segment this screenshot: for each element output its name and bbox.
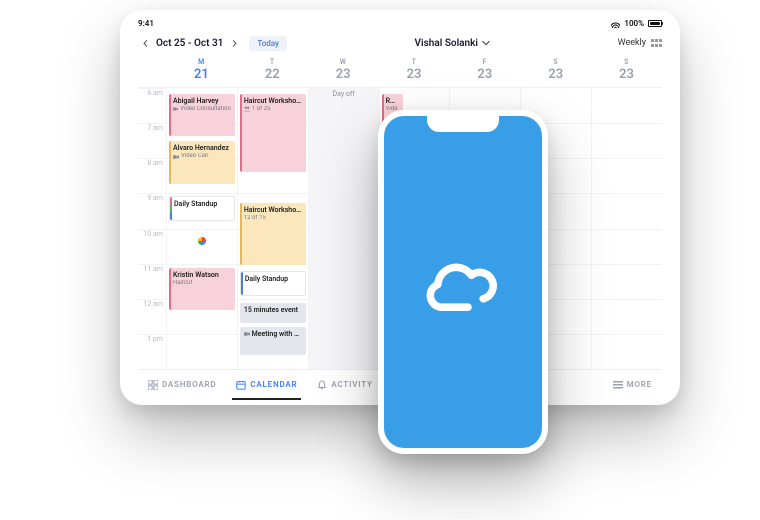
chevron-down-icon (482, 39, 490, 47)
event-subtitle: 12 of 15 (244, 215, 266, 222)
battery-percent: 100% (624, 19, 644, 28)
day-column-wed[interactable] (308, 88, 379, 369)
nav-more[interactable]: MORE (603, 370, 662, 399)
cloud-icon (421, 252, 505, 312)
time-column: 6 am 7 am 8 am 9 am 10 am 11 am 12 am 1 … (138, 88, 166, 369)
hour-label: 6 am (138, 88, 166, 123)
device-status-bar: 9:41 100% (138, 16, 662, 30)
weekday-label: T (379, 58, 450, 66)
nav-label: MORE (627, 380, 652, 389)
hour-label: 8 am (138, 158, 166, 193)
grid-icon (651, 39, 662, 48)
event-standup-tue[interactable]: Daily Standup (240, 271, 306, 296)
weekday-daynum: 22 (237, 67, 308, 82)
nav-activity[interactable]: ACTIVITY (307, 370, 382, 399)
video-icon (173, 154, 179, 160)
nav-label: CALENDAR (250, 380, 297, 389)
phone-screen (384, 116, 542, 448)
date-range[interactable]: Oct 25 - Oct 31 (156, 38, 223, 49)
video-icon (244, 331, 250, 337)
weekday-daynum: 23 (591, 67, 662, 82)
event-title: Regina… (386, 97, 399, 105)
event-title: Haircut Workshops (244, 97, 302, 105)
weekday-label: T (237, 58, 308, 66)
weekday-label: F (449, 58, 520, 66)
hour-label: 12 am (138, 299, 166, 334)
weekday-col-sat[interactable]: S 23 (520, 56, 591, 87)
people-icon (244, 106, 250, 112)
nav-dashboard[interactable]: DASHBOARD (138, 370, 226, 399)
event-google-marker[interactable] (169, 229, 235, 254)
phone-frame (378, 110, 548, 454)
weekday-col-sun[interactable]: S 23 (591, 56, 662, 87)
weekday-col-thu[interactable]: T 23 (379, 56, 450, 87)
weekday-label: S (591, 58, 662, 66)
hour-label: 11 am (138, 264, 166, 299)
weekday-daynum: 23 (308, 67, 379, 82)
event-abigail[interactable]: Abigail Harvey Video Consultation (169, 94, 235, 136)
event-subtitle: Video Call (181, 153, 208, 160)
calendar-topbar: Oct 25 - Oct 31 Today Vishal Solanki Wee… (138, 30, 662, 56)
hour-label: 9 am (138, 193, 166, 228)
bell-icon (317, 380, 327, 390)
event-workshop2[interactable]: Haircut Workshops 12 of 15 (240, 203, 306, 265)
user-name: Vishal Solanki (415, 38, 478, 49)
calendar-icon (236, 380, 246, 390)
view-mode-label: Weekly (618, 38, 646, 48)
weekday-daynum: 23 (520, 67, 591, 82)
weekday-col-mon[interactable]: M 21 (166, 56, 237, 87)
status-time: 9:41 (138, 19, 154, 28)
event-subtitle: Haircut (173, 280, 192, 287)
weekday-label: M (166, 58, 237, 66)
menu-icon (613, 381, 623, 389)
event-title: Abigail Harvey (173, 97, 231, 105)
day-column-tue[interactable]: Haircut Workshops 1 of 25 Haircut Worksh… (237, 88, 308, 369)
event-workshop1[interactable]: Haircut Workshops 1 of 25 (240, 94, 306, 173)
nav-label: DASHBOARD (162, 380, 216, 389)
event-title: Daily Standup (245, 275, 301, 283)
week-header: M 21 T 22 W 23 T 23 F 23 S 23 (138, 56, 662, 88)
day-column-sun[interactable] (591, 88, 662, 369)
view-mode-selector[interactable]: Weekly (618, 38, 662, 48)
hour-label: 7 am (138, 123, 166, 158)
event-title: Haircut Workshops (244, 206, 302, 214)
weekday-daynum: 23 (449, 67, 520, 82)
event-title: Alvaro Hernandez (173, 144, 231, 152)
hour-label: 1 pm (138, 334, 166, 369)
event-subtitle: 1 of 25 (252, 106, 271, 113)
weekday-daynum: 23 (379, 67, 450, 82)
event-title: Daily Standup (174, 200, 230, 208)
weekday-col-tue[interactable]: T 22 (237, 56, 308, 87)
video-icon (173, 106, 178, 112)
weekday-col-fri[interactable]: F 23 (449, 56, 520, 87)
wifi-icon (611, 19, 620, 28)
battery-icon (648, 20, 662, 27)
weekday-label: W (308, 58, 379, 66)
event-kristin[interactable]: Kristin Watson Haircut (169, 268, 235, 310)
today-button[interactable]: Today (249, 36, 287, 51)
weekday-label: S (520, 58, 591, 66)
weekday-col-wed[interactable]: W 23 (308, 56, 379, 87)
phone-notch (427, 116, 499, 132)
dashboard-icon (148, 380, 158, 390)
user-selector[interactable]: Vishal Solanki (415, 38, 490, 49)
event-standup-mon[interactable]: Daily Standup (169, 196, 235, 221)
event-meeting[interactable]: Meeting with Jo… (240, 327, 306, 355)
event-fifteen[interactable]: 15 minutes event (240, 303, 306, 323)
hour-label: 10 am (138, 229, 166, 264)
nav-calendar[interactable]: CALENDAR (226, 370, 307, 399)
event-subtitle: Video Consultation (180, 106, 231, 113)
nav-label: ACTIVITY (331, 380, 372, 389)
day-column-mon[interactable]: Abigail Harvey Video Consultation Alvaro… (166, 88, 237, 369)
event-title-text: Meeting with Jo… (252, 330, 302, 338)
event-title: Kristin Watson (173, 271, 231, 279)
event-title: 15 minutes event (244, 306, 302, 314)
next-week-button[interactable] (227, 36, 241, 50)
google-icon (198, 237, 206, 245)
event-alvaro[interactable]: Alvaro Hernandez Video Call (169, 141, 235, 183)
prev-week-button[interactable] (138, 36, 152, 50)
weekday-daynum: 21 (166, 67, 237, 82)
